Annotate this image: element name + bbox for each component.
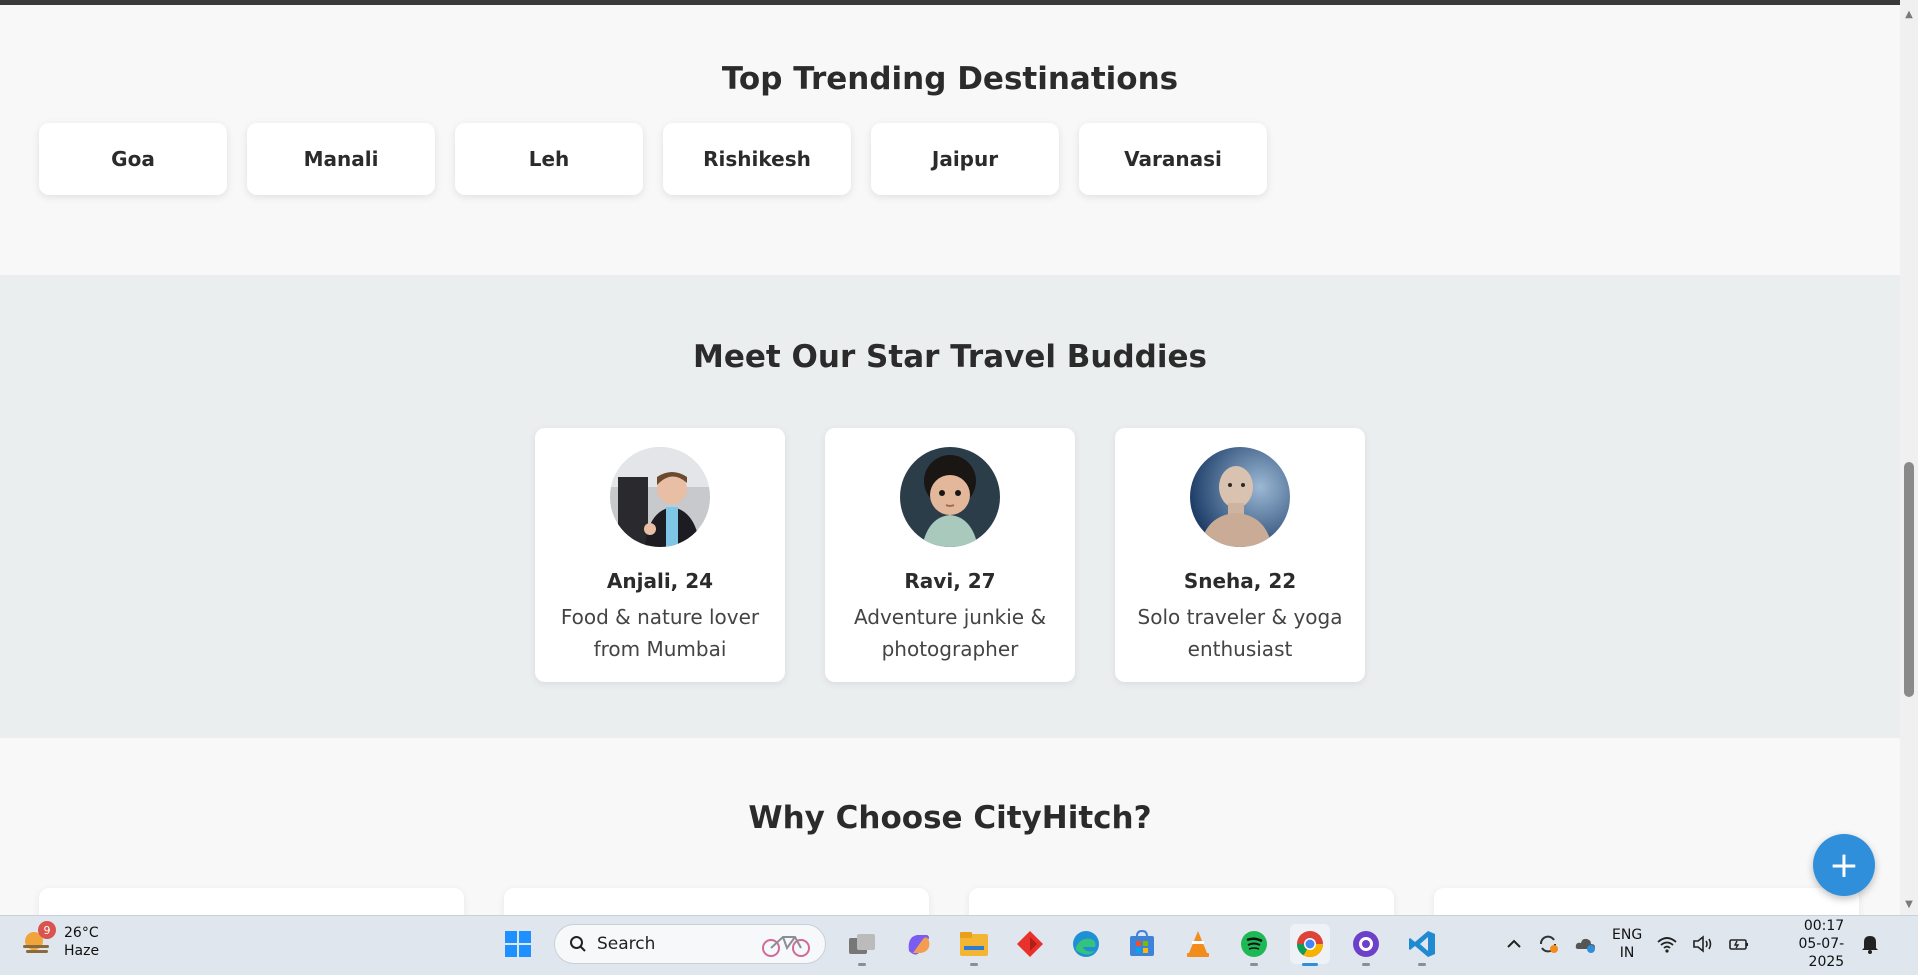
page-viewport: Top Trending Destinations Goa Manali Leh… [0, 5, 1900, 915]
taskbar-apps: Search [498, 924, 1442, 966]
notification-icon[interactable] [1858, 924, 1882, 964]
why-card [39, 888, 464, 915]
destination-card-goa[interactable]: Goa [39, 123, 227, 195]
why-card-list [39, 888, 1859, 915]
region-code: IN [1619, 945, 1635, 961]
destination-card-rishikesh[interactable]: Rishikesh [663, 123, 851, 195]
weather-condition: Haze [64, 943, 100, 959]
language-indicator[interactable]: ENG IN [1612, 924, 1642, 964]
windows-start-icon[interactable] [498, 924, 538, 964]
buddy-list: Anjali, 24 Food & nature lover from Mumb… [535, 428, 1365, 682]
scroll-up-arrow[interactable]: ▲ [1900, 5, 1918, 23]
buddy-description: Food & nature lover from Mumbai [560, 605, 760, 661]
chrome-icon[interactable] [1290, 924, 1330, 966]
scroll-thumb[interactable] [1904, 462, 1914, 697]
battery-icon[interactable] [1728, 924, 1750, 964]
why-card [504, 888, 929, 915]
vlc-icon[interactable] [1178, 924, 1218, 964]
chevron-up-icon[interactable] [1506, 924, 1522, 964]
scroll-down-arrow[interactable]: ▼ [1900, 895, 1918, 913]
buddy-name: Anjali, 24 [606, 569, 714, 593]
edge-icon[interactable] [1066, 924, 1106, 964]
volume-icon[interactable] [1692, 924, 1714, 964]
search-label: Search [597, 934, 656, 954]
github-desktop-icon[interactable] [1346, 924, 1386, 966]
page-scrollbar[interactable]: ▲ ▼ [1900, 0, 1918, 915]
buddy-description: Solo traveler & yoga enthusiast [1137, 605, 1343, 661]
language-code: ENG [1612, 927, 1643, 943]
destination-card-jaipur[interactable]: Jaipur [871, 123, 1059, 195]
buddies-section: Meet Our Star Travel Buddies Anjali, 24 … [0, 275, 1900, 738]
sync-icon[interactable] [1536, 924, 1560, 964]
microsoft-store-icon[interactable] [1122, 924, 1162, 964]
system-clock[interactable]: 00:17 05-07-2025 [1764, 918, 1844, 970]
buddies-title: Meet Our Star Travel Buddies [693, 339, 1207, 375]
why-card [1434, 888, 1859, 915]
add-button[interactable]: + [1813, 834, 1875, 896]
avatar [1190, 447, 1290, 547]
clock-time: 00:17 [1803, 918, 1845, 934]
destination-card-varanasi[interactable]: Varanasi [1079, 123, 1267, 195]
vscode-icon[interactable] [1402, 924, 1442, 966]
buddy-card[interactable]: Anjali, 24 Food & nature lover from Mumb… [535, 428, 785, 682]
wifi-icon[interactable] [1656, 924, 1678, 964]
file-explorer-icon[interactable] [954, 924, 994, 966]
weather-temperature: 26°C [64, 925, 99, 941]
destination-list: Goa Manali Leh Rishikesh Jaipur Varanasi [39, 123, 1267, 195]
why-title: Why Choose CityHitch? [748, 800, 1152, 836]
weather-widget[interactable]: 9 26°C Haze [20, 921, 100, 960]
destination-card-leh[interactable]: Leh [455, 123, 643, 195]
buddy-card[interactable]: Ravi, 27 Adventure junkie & photographer [825, 428, 1075, 682]
plus-icon: + [1828, 844, 1860, 886]
why-card [969, 888, 1394, 915]
weather-icon: 9 [20, 921, 56, 959]
destination-card-manali[interactable]: Manali [247, 123, 435, 195]
windows-taskbar: 9 26°C Haze Search ENG IN 00:17 05-07-20… [0, 915, 1918, 975]
buddy-name: Ravi, 27 [904, 569, 996, 593]
app-red-diamond-icon[interactable] [1010, 924, 1050, 964]
weather-badge: 9 [38, 921, 56, 939]
onedrive-icon[interactable] [1574, 924, 1598, 964]
clock-date: 05-07-2025 [1798, 936, 1845, 970]
system-tray: ENG IN 00:17 05-07-2025 [1506, 918, 1882, 970]
trending-title: Top Trending Destinations [721, 61, 1179, 97]
avatar [900, 447, 1000, 547]
buddy-card[interactable]: Sneha, 22 Solo traveler & yoga enthusias… [1115, 428, 1365, 682]
copilot-icon[interactable] [898, 924, 938, 964]
trending-section: Top Trending Destinations Goa Manali Leh… [0, 5, 1900, 275]
spotify-icon[interactable] [1234, 924, 1274, 966]
why-section: Why Choose CityHitch? [0, 738, 1900, 915]
avatar [610, 447, 710, 547]
buddy-description: Adventure junkie & photographer [853, 605, 1047, 661]
taskbar-search[interactable]: Search [554, 924, 826, 964]
buddy-name: Sneha, 22 [1183, 569, 1297, 593]
task-view-icon[interactable] [842, 924, 882, 966]
search-icon [570, 936, 586, 952]
bicycle-icon [762, 936, 810, 957]
